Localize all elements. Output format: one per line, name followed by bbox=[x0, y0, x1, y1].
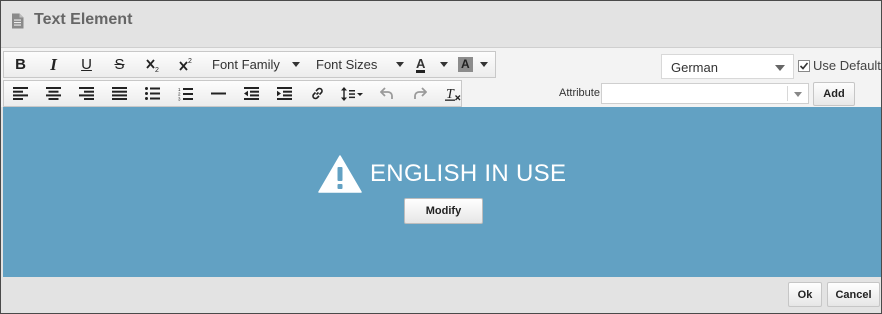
toolbar-row-formatting: B I U S 2 2 Font Family Font Sizes A A bbox=[3, 51, 496, 78]
bullet-list-icon bbox=[145, 87, 160, 100]
indent-icon bbox=[277, 87, 292, 100]
font-sizes-label: Font Sizes bbox=[316, 57, 378, 72]
align-left-button[interactable] bbox=[4, 81, 37, 106]
chevron-down-icon bbox=[292, 62, 300, 67]
align-right-button[interactable] bbox=[70, 81, 103, 106]
underline-icon: U bbox=[81, 56, 92, 73]
font-sizes-dropdown[interactable]: Font Sizes bbox=[306, 52, 410, 77]
align-center-icon bbox=[46, 87, 61, 100]
link-icon bbox=[312, 87, 323, 100]
italic-button[interactable]: I bbox=[37, 52, 70, 77]
subscript-button[interactable]: 2 bbox=[136, 52, 169, 77]
numbered-list-button[interactable]: 1 2 3 bbox=[169, 81, 202, 106]
cancel-button[interactable]: Cancel bbox=[827, 282, 880, 307]
font-family-dropdown[interactable]: Font Family bbox=[202, 52, 306, 77]
svg-text:2: 2 bbox=[188, 58, 192, 65]
add-attribute-button[interactable]: Add bbox=[813, 82, 855, 106]
line-height-button[interactable] bbox=[334, 81, 370, 106]
horizontal-rule-button[interactable] bbox=[202, 81, 235, 106]
outdent-icon bbox=[244, 87, 259, 100]
checkmark-icon bbox=[799, 61, 809, 70]
chevron-down-icon[interactable] bbox=[794, 92, 802, 97]
bold-icon: B bbox=[15, 56, 26, 73]
text-color-button[interactable]: A bbox=[410, 52, 454, 77]
chevron-down-icon bbox=[440, 62, 448, 67]
document-icon bbox=[12, 13, 24, 29]
attribute-combobox[interactable] bbox=[601, 83, 809, 104]
ok-button[interactable]: Ok bbox=[788, 282, 822, 307]
chevron-down-icon bbox=[480, 62, 488, 67]
svg-text:3: 3 bbox=[178, 96, 181, 101]
warning-icon bbox=[318, 155, 362, 193]
combobox-divider bbox=[787, 86, 788, 101]
align-justify-button[interactable] bbox=[103, 81, 136, 106]
redo-button[interactable] bbox=[403, 81, 436, 106]
font-family-label: Font Family bbox=[212, 57, 280, 72]
language-select-value: German bbox=[671, 60, 718, 75]
dialog-footer: Ok Cancel bbox=[1, 277, 881, 313]
line-height-icon bbox=[341, 86, 363, 101]
align-center-button[interactable] bbox=[37, 81, 70, 106]
strikethrough-button[interactable]: S bbox=[103, 52, 136, 77]
editor-toolbar: B I U S 2 2 Font Family Font Sizes A A 1… bbox=[1, 47, 881, 107]
text-element-dialog: Text Element B I U S 2 2 Font Family Fon… bbox=[0, 0, 882, 314]
insert-link-button[interactable] bbox=[301, 81, 334, 106]
bullet-list-button[interactable] bbox=[136, 81, 169, 106]
italic-icon: I bbox=[50, 54, 57, 74]
use-default-toggle[interactable]: Use Default bbox=[798, 58, 881, 73]
indent-button[interactable] bbox=[268, 81, 301, 106]
chevron-down-icon bbox=[775, 65, 785, 71]
use-default-label: Use Default bbox=[813, 58, 881, 73]
chevron-down-icon bbox=[396, 62, 404, 67]
bold-button[interactable]: B bbox=[4, 52, 37, 77]
strikethrough-icon: S bbox=[114, 56, 125, 73]
outdent-button[interactable] bbox=[235, 81, 268, 106]
redo-icon bbox=[413, 87, 427, 99]
editor-content-area[interactable]: ENGLISH IN USE Modify bbox=[3, 107, 881, 277]
toolbar-row-paragraph: 1 2 3 T bbox=[3, 80, 462, 107]
language-select[interactable]: German bbox=[661, 54, 794, 79]
subscript-icon: 2 bbox=[145, 58, 159, 73]
dialog-header: Text Element bbox=[1, 1, 881, 47]
background-color-icon: A bbox=[458, 57, 473, 72]
use-default-checkbox[interactable] bbox=[798, 59, 810, 72]
modify-button[interactable]: Modify bbox=[404, 198, 483, 224]
clear-formatting-button[interactable]: T bbox=[436, 81, 469, 106]
attribute-label: Attribute bbox=[559, 87, 600, 99]
background-color-button[interactable]: A bbox=[454, 52, 494, 77]
horizontal-rule-icon bbox=[211, 92, 226, 95]
underline-button[interactable]: U bbox=[70, 52, 103, 77]
language-warning: ENGLISH IN USE bbox=[318, 155, 566, 193]
align-right-icon bbox=[79, 87, 94, 100]
warning-text: ENGLISH IN USE bbox=[370, 160, 567, 187]
clear-formatting-icon: T bbox=[444, 87, 460, 102]
undo-button[interactable] bbox=[370, 81, 403, 106]
undo-icon bbox=[379, 87, 393, 99]
superscript-icon: 2 bbox=[178, 58, 192, 71]
align-justify-icon bbox=[112, 87, 127, 100]
numbered-list-icon: 1 2 3 bbox=[178, 87, 193, 101]
svg-text:2: 2 bbox=[155, 67, 159, 73]
superscript-button[interactable]: 2 bbox=[169, 52, 202, 77]
align-left-icon bbox=[13, 87, 28, 100]
dialog-title: Text Element bbox=[34, 11, 133, 28]
text-color-icon: A bbox=[416, 55, 426, 73]
